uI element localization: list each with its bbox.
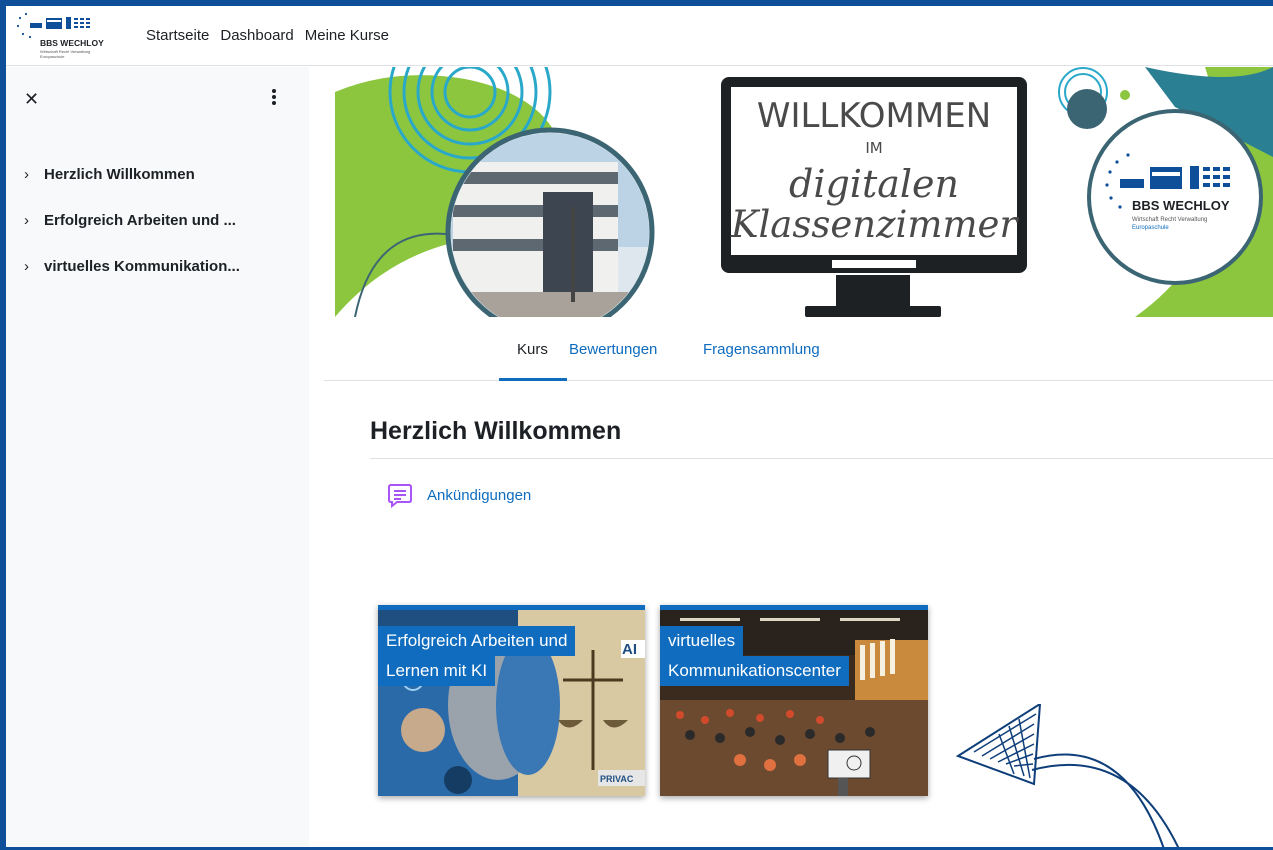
course-index-drawer: ✕ › Herzlich Willkommen › Erfolgreich Ar… [6,67,309,847]
school-badge: BBS WECHLOY Wirtschaft Recht Verwaltung … [1087,109,1263,285]
drawer-header: ✕ [6,67,309,133]
card-title-line2: Kommunikationscenter [660,656,849,686]
hand-drawn-arrow [955,704,1180,847]
course-banner: WILLKOMMEN IM digitalen Klassenzimmer BB… [335,67,1273,317]
school-logo[interactable]: BBS WECHLOY Wirtschaft Recht Verwaltung … [14,9,132,63]
course-index-item-virtuelles-kommunikation[interactable]: › virtuelles Kommunikation... [6,243,309,289]
course-main-content: WILLKOMMEN IM digitalen Klassenzimmer BB… [309,67,1273,847]
tab-fragensammlung[interactable]: Fragensammlung [703,341,820,358]
course-card-erfolgreich-arbeiten[interactable]: AI PRIVAC Erfolgreich Arbeiten und Lerne… [378,605,645,796]
forum-icon [388,484,412,509]
banner-text-im: IM [865,139,882,157]
chevron-right-icon: › [24,257,29,275]
dark-dot-right [1067,89,1107,129]
nav-link-startseite[interactable]: Startseite [146,27,209,44]
close-icon[interactable]: ✕ [24,89,39,110]
logo-graphic: BBS WECHLOY Wirtschaft Recht Verwaltung … [16,12,104,59]
nav-link-meine-kurse[interactable]: Meine Kurse [305,27,389,44]
banner-text-klassenzimmer: Klassenzimmer [730,203,1020,246]
monitor-graphic: WILLKOMMEN IM digitalen Klassenzimmer [721,77,1027,317]
course-index-item-herzlich-willkommen[interactable]: › Herzlich Willkommen [6,151,309,197]
course-index-item-label: virtuelles Kommunikation... [44,257,240,275]
card-title-line1: Erfolgreich Arbeiten und [378,626,576,656]
card-title: Erfolgreich Arbeiten und Lernen mit KI [378,626,576,686]
tab-bewertungen[interactable]: Bewertungen [569,341,657,358]
banner-text-willkommen: WILLKOMMEN [757,96,991,136]
course-index-item-erfolgreich-arbeiten[interactable]: › Erfolgreich Arbeiten und ... [6,197,309,243]
course-card-virtuelles-kommunikationscenter[interactable]: virtuelles Kommunikationscenter [660,605,928,796]
card-title: virtuelles Kommunikationscenter [660,626,849,686]
tab-kurs[interactable]: Kurs [517,341,548,358]
top-navbar: BBS WECHLOY Wirtschaft Recht Verwaltung … [6,6,1273,66]
course-tabs: Kurs Bewertungen Fragensammlung [324,327,1273,381]
nav-link-dashboard[interactable]: Dashboard [220,27,293,44]
logo-name: BBS WECHLOY [40,38,104,48]
section-title: Herzlich Willkommen [370,417,622,445]
badge-subtitle: Europaschule [1132,225,1169,231]
banner-graphic: WILLKOMMEN IM digitalen Klassenzimmer BB… [335,67,1273,317]
course-index-item-label: Herzlich Willkommen [44,165,195,183]
badge-tagline: Wirtschaft Recht Verwaltung [1132,217,1207,223]
badge-name: BBS WECHLOY [1132,198,1230,213]
active-tab-indicator [499,378,567,381]
primary-navigation: Startseite Dashboard Meine Kurse [146,27,400,44]
banner-text-digitalen: digitalen [789,162,959,206]
logo-subtitle: Europaschule [40,54,65,59]
card-overlay-ai: AI [622,641,637,658]
kebab-menu-icon[interactable] [272,87,276,107]
activity-ankuendigungen[interactable]: Ankündigungen [386,481,531,509]
course-index-item-label: Erfolgreich Arbeiten und ... [44,211,236,229]
card-title-line2: Lernen mit KI [378,656,496,686]
card-title-line1: virtuelles [660,626,744,656]
chevron-right-icon: › [24,211,29,229]
chevron-right-icon: › [24,165,29,183]
card-overlay-privacy: PRIVAC [600,774,634,784]
small-green-dot [1120,90,1130,100]
section-divider [370,458,1273,459]
course-index-list: › Herzlich Willkommen › Erfolgreich Arbe… [6,133,309,289]
activity-label: Ankündigungen [427,486,532,504]
